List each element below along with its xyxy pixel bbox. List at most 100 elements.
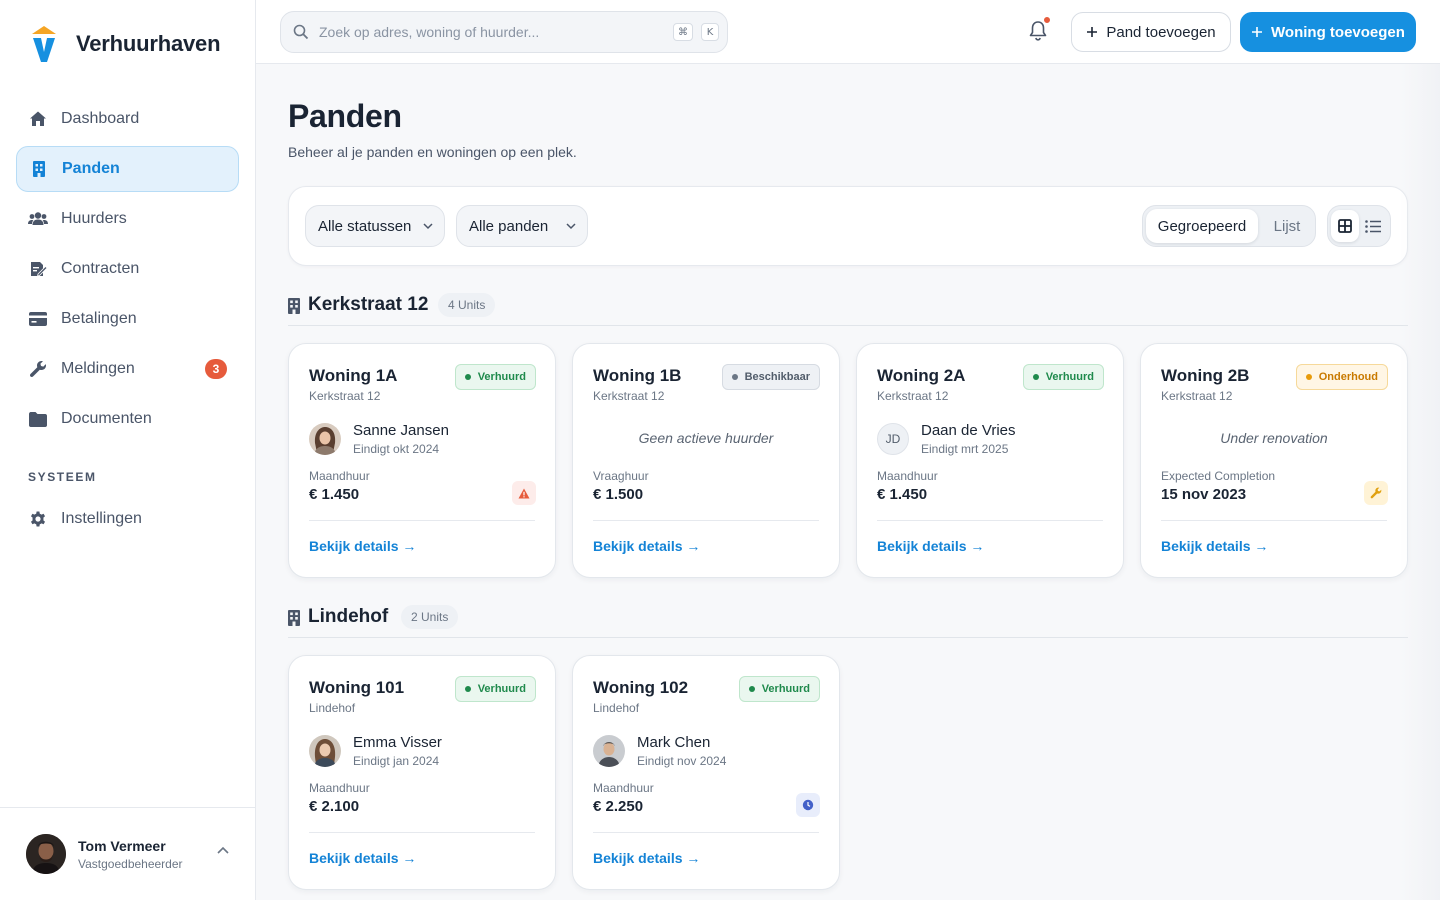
sidebar: Verhuurhaven Dashboard Panden Huurders C… (0, 0, 256, 900)
sidebar-item-instellingen[interactable]: Instellingen (16, 496, 239, 542)
brand[interactable]: Verhuurhaven (30, 24, 221, 64)
sidebar-item-label: Dashboard (61, 110, 140, 127)
value-amount: € 1.500 (593, 486, 644, 503)
value-label: Vraaghuur (593, 469, 649, 483)
status-badge: Verhuurd (738, 676, 820, 702)
status-badge: Onderhoud (1295, 364, 1388, 390)
value-amount: € 1.450 (877, 486, 928, 503)
unit-card-woning-1b[interactable]: Woning 1B Kerkstraat 12 Beschikbaar Geen… (572, 343, 840, 578)
status-filter-value: Alle statussen (318, 217, 412, 235)
view-details-link[interactable]: Bekijk details → (593, 850, 700, 866)
unit-title: Woning 2B (1161, 366, 1250, 385)
sidebar-item-dashboard[interactable]: Dashboard (16, 96, 239, 142)
lease-end: Eindigt jan 2024 (353, 754, 440, 768)
gear-icon (28, 509, 48, 529)
notifications-button[interactable] (1028, 16, 1052, 44)
warning-icon[interactable] (512, 481, 536, 505)
avatar (309, 735, 341, 767)
property-filter-select[interactable]: Alle panden (456, 205, 588, 247)
unit-card-woning-1a[interactable]: Woning 1A Kerkstraat 12 Verhuurd Sanne J… (288, 343, 556, 578)
list-icon (1365, 219, 1381, 233)
avatar (309, 423, 341, 455)
credit-card-icon (28, 309, 48, 329)
grid-icon (1338, 219, 1352, 233)
sidebar-item-betalingen[interactable]: Betalingen (16, 296, 239, 342)
sidebar-item-documenten[interactable]: Documenten (16, 396, 239, 442)
unit-title: Woning 1A (309, 366, 398, 385)
search-input[interactable] (319, 24, 659, 40)
status-badge: Beschikbaar (721, 364, 820, 390)
empty-tenant-text: Under renovation (1220, 430, 1328, 446)
home-icon (28, 109, 48, 129)
search-box[interactable]: ⌘ K (280, 11, 728, 53)
view-details-link[interactable]: Bekijk details → (593, 538, 700, 554)
sidebar-item-panden[interactable]: Panden (16, 146, 239, 192)
nav-section-label: SYSTEEM (28, 470, 97, 484)
group-name: Kerkstraat 12 (308, 294, 429, 315)
sidebar-item-label: Huurders (61, 210, 127, 227)
sidebar-item-contracten[interactable]: Contracten (16, 246, 239, 292)
view-details-link[interactable]: Bekijk details → (1161, 538, 1268, 554)
group-header-lindehof: Lindehof 2 Units (288, 598, 1408, 638)
building-icon (288, 298, 300, 314)
unit-card-woning-101[interactable]: Woning 101 Lindehof Verhuurd Emma Visser… (288, 655, 556, 890)
user-menu[interactable]: Tom Vermeer Vastgoedbeheerder (0, 807, 255, 900)
unit-address: Kerkstraat 12 (877, 389, 949, 403)
empty-tenant-text: Geen actieve huurder (638, 430, 774, 446)
unit-card-woning-102[interactable]: Woning 102 Lindehof Verhuurd Mark Chen E… (572, 655, 840, 890)
add-property-label: Pand toevoegen (1106, 23, 1216, 41)
value-label: Maandhuur (593, 781, 654, 795)
sidebar-item-meldingen[interactable]: Meldingen 3 (16, 346, 239, 392)
main-content: Panden Beheer al je panden en woningen o… (256, 64, 1440, 900)
sidebar-item-label: Instellingen (61, 510, 142, 527)
view-details-link[interactable]: Bekijk details → (309, 850, 416, 866)
chevron-up-icon (217, 846, 229, 854)
app-name: Verhuurhaven (76, 31, 221, 56)
user-name: Tom Vermeer (78, 837, 166, 854)
chevron-down-icon (423, 223, 433, 230)
status-badge: Verhuurd (454, 676, 536, 702)
divider (593, 520, 819, 521)
avatar (593, 735, 625, 767)
add-property-button[interactable]: Pand toevoegen (1071, 12, 1231, 52)
tenant-name: Mark Chen (637, 734, 711, 751)
value-label: Maandhuur (309, 469, 370, 483)
notification-dot (1043, 16, 1051, 24)
divider (593, 832, 819, 833)
add-unit-button[interactable]: Woning toevoegen (1240, 12, 1416, 52)
grouping-option-list[interactable]: Lijst (1261, 209, 1313, 243)
tenant-name: Emma Visser (353, 734, 442, 751)
sidebar-item-label: Documenten (61, 410, 152, 427)
view-details-link[interactable]: Bekijk details → (309, 538, 416, 554)
view-details-link[interactable]: Bekijk details → (877, 538, 984, 554)
grid-view-button[interactable] (1331, 210, 1359, 242)
value-amount: € 1.450 (309, 486, 360, 503)
status-filter-select[interactable]: Alle statussen (305, 205, 445, 247)
grouping-option-grouped[interactable]: Gegroepeerd (1146, 209, 1258, 243)
unit-address: Kerkstraat 12 (1161, 389, 1233, 403)
building-icon (288, 610, 300, 626)
tenant-info: Emma Visser Eindigt jan 2024 (309, 734, 442, 768)
main-nav: Dashboard Panden Huurders Contracten Bet… (16, 96, 239, 546)
maintenance-wrench-icon[interactable] (1364, 481, 1388, 505)
value-amount: € 2.100 (309, 798, 360, 815)
divider (309, 520, 535, 521)
value-amount: 15 nov 2023 (1161, 486, 1247, 503)
divider (309, 832, 535, 833)
clock-icon[interactable] (796, 793, 820, 817)
unit-count-badge: 2 Units (401, 605, 459, 629)
unit-card-woning-2a[interactable]: Woning 2A Kerkstraat 12 Verhuurd JD Daan… (856, 343, 1124, 578)
unit-address: Lindehof (309, 701, 356, 715)
unit-address: Kerkstraat 12 (309, 389, 381, 403)
unit-card-woning-2b[interactable]: Woning 2B Kerkstraat 12 Onderhoud Under … (1140, 343, 1408, 578)
page-subtitle: Beheer al je panden en woningen op een p… (288, 144, 577, 160)
chevron-down-icon (566, 223, 576, 230)
sidebar-item-huurders[interactable]: Huurders (16, 196, 239, 242)
notification-count-badge: 3 (205, 359, 227, 379)
lease-end: Eindigt mrt 2025 (921, 442, 1009, 456)
unit-address: Kerkstraat 12 (593, 389, 665, 403)
value-label: Maandhuur (309, 781, 370, 795)
sidebar-item-label: Meldingen (61, 360, 135, 377)
unit-title: Woning 101 (309, 678, 405, 697)
list-view-button[interactable] (1359, 210, 1387, 242)
